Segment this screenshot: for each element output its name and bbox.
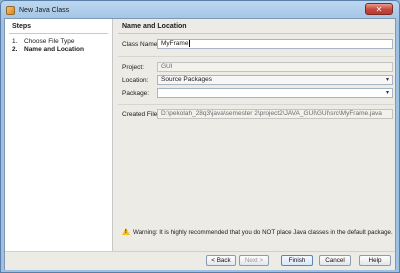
class-name-input[interactable]: MyFrame	[157, 39, 393, 49]
divider	[9, 33, 108, 34]
finish-button[interactable]: Finish	[281, 255, 313, 266]
divider	[118, 104, 394, 105]
warning-text: Warning: It is highly recommended that y…	[133, 229, 393, 236]
step-number: 1.	[12, 38, 18, 45]
next-button[interactable]: Next >	[239, 255, 269, 266]
window-title: New Java Class	[19, 7, 70, 14]
dialog-window: New Java Class ✕ Steps 1. Choose File Typ…	[0, 0, 400, 273]
class-name-value: MyFrame	[161, 40, 189, 48]
button-bar: < Back Next > Finish Cancel Help	[5, 251, 395, 270]
back-button[interactable]: < Back	[206, 255, 236, 266]
dialog-body: Steps 1. Choose File Type 2. Name and Loca…	[4, 18, 396, 270]
package-label: Package:	[122, 90, 150, 97]
divider	[118, 33, 394, 34]
text-cursor	[189, 40, 191, 47]
project-field: GUI	[157, 62, 393, 72]
location-value: Source Packages	[161, 76, 212, 83]
chevron-down-icon[interactable]: ▾	[386, 89, 389, 97]
steps-panel: Steps 1. Choose File Type 2. Name and Loca…	[5, 19, 113, 251]
java-class-icon	[6, 6, 15, 15]
created-file-label: Created File:	[122, 111, 160, 118]
form-panel: Name and Location Class Name: MyFrame Pr…	[113, 19, 395, 251]
step-name-and-location: 2. Name and Location	[12, 46, 84, 53]
help-button[interactable]: Help	[359, 255, 391, 266]
cancel-button[interactable]: Cancel	[319, 255, 351, 266]
created-file-field: D:\pekolah_28q3\java\semester 2\project2…	[157, 109, 393, 119]
step-label: Choose File Type	[24, 38, 75, 45]
form-title: Name and Location	[122, 23, 187, 30]
project-label: Project:	[122, 64, 145, 71]
location-select[interactable]: Source Packages ▾	[157, 75, 393, 85]
step-number: 2.	[12, 46, 18, 53]
class-name-label: Class Name:	[122, 41, 160, 48]
step-label: Name and Location	[24, 46, 84, 53]
steps-title: Steps	[12, 23, 32, 30]
divider	[118, 56, 394, 57]
location-label: Location:	[122, 77, 149, 84]
chevron-down-icon[interactable]: ▾	[386, 76, 389, 84]
warning-message: Warning: It is highly recommended that y…	[122, 228, 393, 236]
package-combobox[interactable]: ▾	[157, 88, 393, 98]
close-button[interactable]: ✕	[365, 3, 393, 15]
step-choose-file-type: 1. Choose File Type	[12, 38, 74, 45]
warning-icon	[122, 228, 130, 235]
